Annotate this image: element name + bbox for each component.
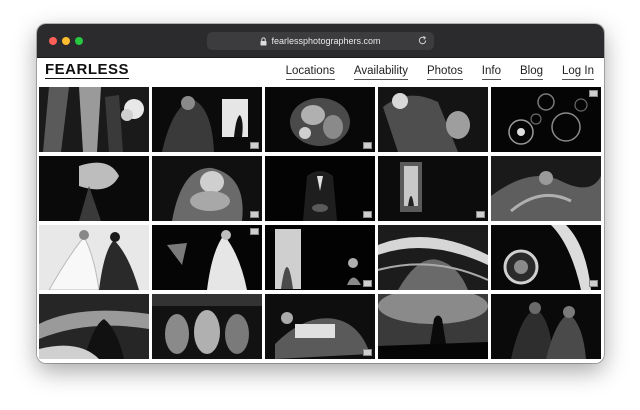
photo-thumbnail[interactable] (378, 225, 488, 290)
site-logo[interactable]: FEARLESS (45, 61, 130, 79)
photo-grid (39, 87, 602, 363)
photo-thumbnail[interactable] (152, 156, 262, 221)
nav-availability[interactable]: Availability (353, 65, 408, 80)
photo-thumbnail[interactable] (265, 225, 375, 290)
watermark-badge (363, 280, 372, 287)
watermark-badge (589, 90, 598, 97)
photo-thumbnail[interactable] (378, 87, 488, 152)
lock-icon (260, 36, 267, 45)
watermark-badge (476, 211, 485, 218)
address-bar[interactable]: fearlessphotographers.com (207, 32, 434, 50)
reload-icon[interactable] (417, 35, 428, 46)
photo-thumbnail[interactable] (265, 156, 375, 221)
watermark-badge (250, 211, 259, 218)
url-text: fearlessphotographers.com (271, 36, 381, 46)
photo-thumbnail[interactable] (378, 156, 488, 221)
photo-thumbnail[interactable] (265, 87, 375, 152)
watermark-badge (363, 211, 372, 218)
photo-thumbnail[interactable] (152, 87, 262, 152)
photo-thumbnail[interactable] (39, 156, 149, 221)
site-header: FEARLESS Locations Availability Photos I… (37, 58, 604, 85)
watermark-badge (250, 228, 259, 235)
main-nav: Locations Availability Photos Info Blog … (267, 65, 594, 80)
watermark-badge (363, 349, 372, 356)
nav-blog[interactable]: Blog (519, 65, 544, 80)
photo-thumbnail[interactable] (265, 294, 375, 359)
photo-thumbnail[interactable] (378, 294, 488, 359)
nav-locations[interactable]: Locations (285, 65, 335, 80)
minimize-window-button[interactable] (62, 37, 70, 45)
watermark-badge (250, 142, 259, 149)
maximize-window-button[interactable] (75, 37, 83, 45)
browser-titlebar: fearlessphotographers.com (37, 24, 604, 58)
close-window-button[interactable] (49, 37, 57, 45)
photo-thumbnail[interactable] (39, 294, 149, 359)
browser-window: fearlessphotographers.com FEARLESS Locat… (37, 24, 604, 363)
photo-thumbnail[interactable] (152, 225, 262, 290)
photo-thumbnail[interactable] (491, 294, 601, 359)
photo-thumbnail[interactable] (39, 225, 149, 290)
photo-thumbnail[interactable] (39, 87, 149, 152)
photo-thumbnail[interactable] (491, 156, 601, 221)
watermark-badge (589, 280, 598, 287)
nav-photos[interactable]: Photos (426, 65, 463, 80)
photo-thumbnail[interactable] (152, 294, 262, 359)
photo-thumbnail[interactable] (491, 87, 601, 152)
nav-login[interactable]: Log In (562, 65, 594, 80)
photo-thumbnail[interactable] (491, 225, 601, 290)
nav-info[interactable]: Info (481, 65, 501, 80)
watermark-badge (363, 142, 372, 149)
